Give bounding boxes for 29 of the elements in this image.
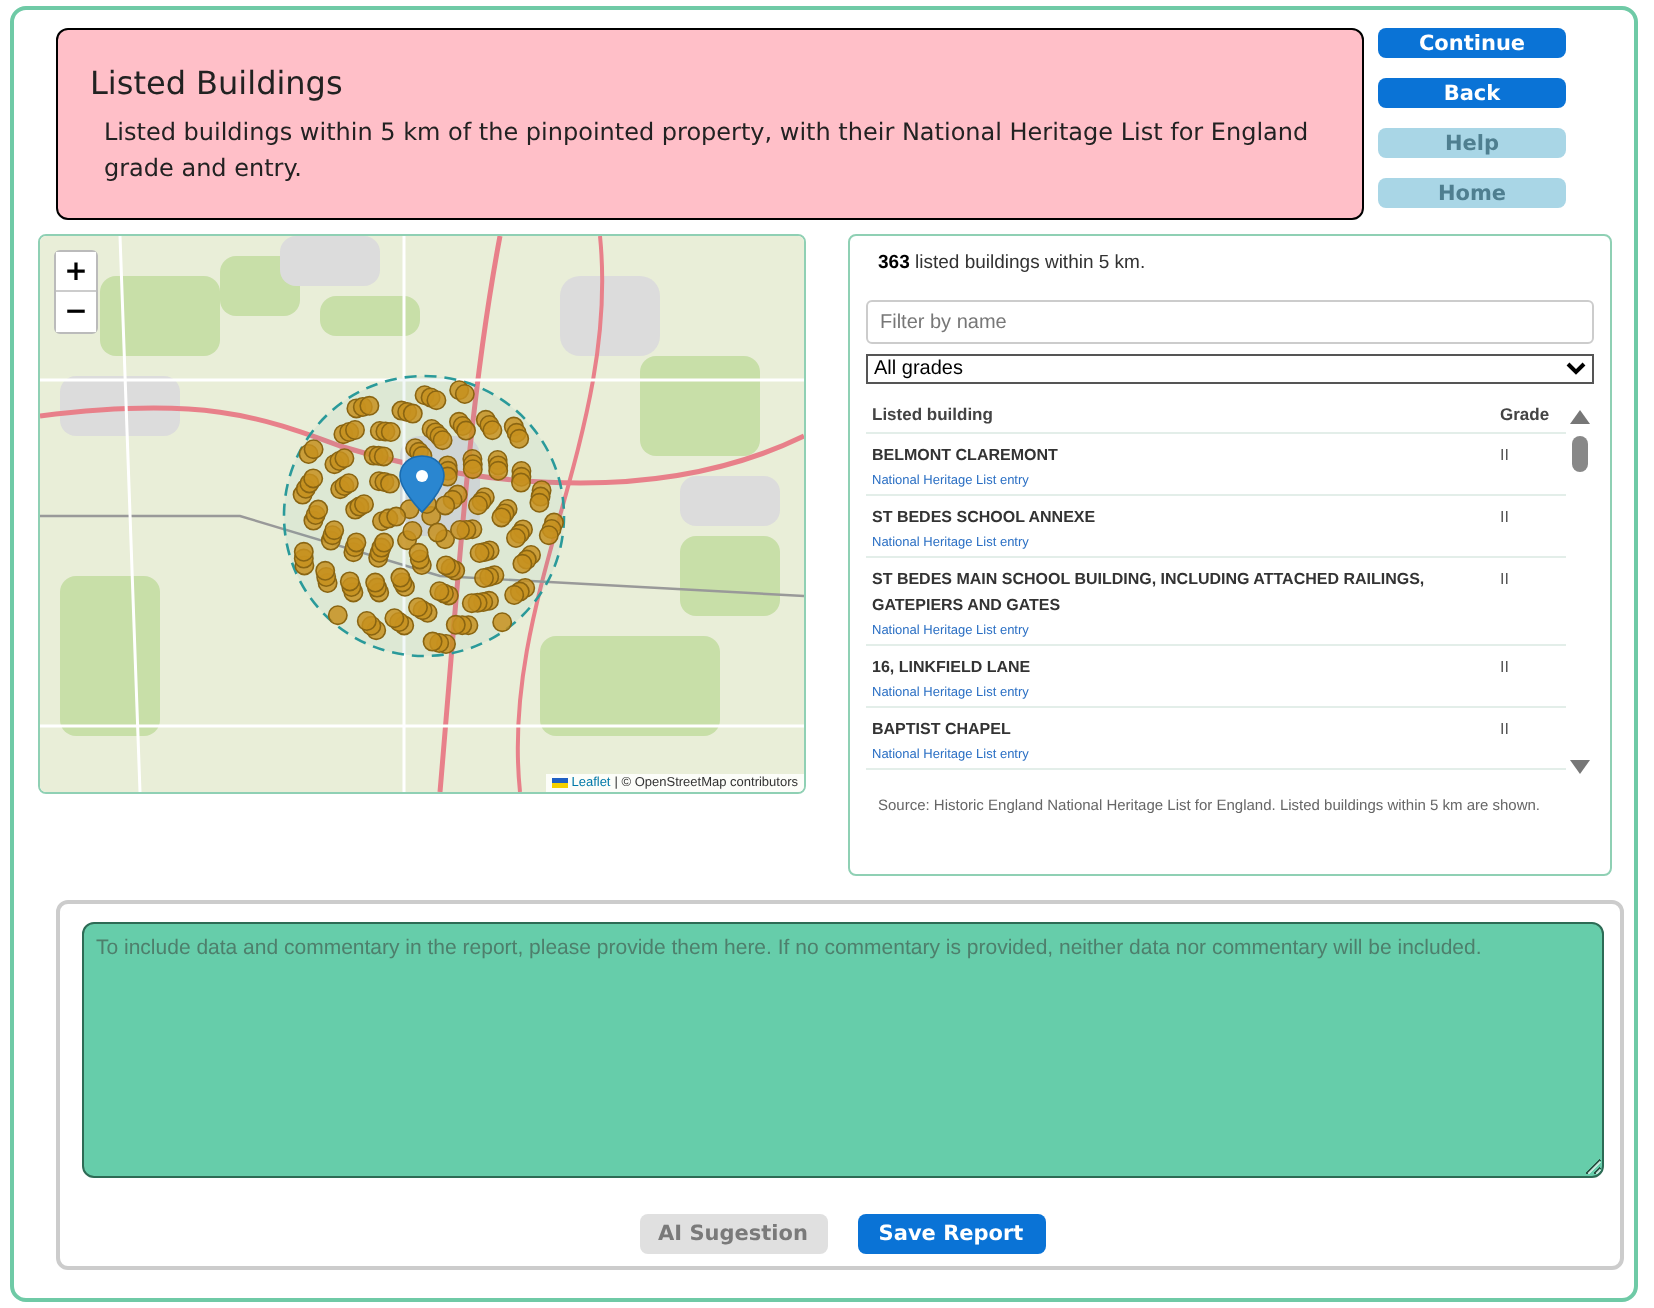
building-name: ST BEDES SCHOOL ANNEXE: [872, 506, 1098, 530]
column-header: Listed building: [872, 404, 995, 424]
grade-select[interactable]: All grades: [866, 354, 1594, 384]
page-description: Listed buildings within 5 km of the pinpointed property, with their National Heritage List for England grade and entry.: [102, 116, 1311, 186]
location-pin-icon[interactable]: [399, 455, 445, 513]
chevron-down-icon: [1566, 362, 1586, 376]
continue-button[interactable]: Continue: [1378, 28, 1566, 58]
grade-cell-text: II: [1500, 718, 1511, 742]
building-name: BELMONT CLAREMONT: [872, 444, 1060, 468]
scroll-down-icon[interactable]: [1570, 760, 1590, 774]
commentary-field[interactable]: To include data and commentary in the report, please provide them here. If no commentary is provided, neither data nor commentary will be included.: [82, 922, 1604, 1178]
building-name: 16, LINKFIELD LANE: [872, 656, 1033, 680]
select-value: All grades: [874, 358, 963, 380]
column-header: Grade: [1500, 404, 1552, 424]
scroll-up-icon[interactable]: [1570, 410, 1590, 424]
flag-icon: [551, 778, 568, 788]
back-button[interactable]: Back: [1378, 78, 1566, 108]
building-name: BAPTIST CHAPEL: [872, 718, 1013, 742]
building-count-text: 363 listed buildings within 5 km.: [876, 252, 1148, 278]
save-report-button[interactable]: Save Report: [857, 1214, 1045, 1254]
grade-cell-text: II: [1500, 444, 1511, 468]
grade-cell-text: II: [1500, 568, 1511, 592]
page-title: Listed Buildings: [90, 64, 345, 102]
grade-cell-text: II: [1500, 656, 1511, 680]
building-name: ST BEDES MAIN SCHOOL BUILDING, INCLUDING ATTACHED RAILINGS, GATEPIERS AND GATES: [872, 568, 1427, 618]
grade-cell-text: II: [1500, 506, 1511, 530]
filter-input[interactable]: Filter by name: [866, 300, 1594, 344]
scrollbar-thumb[interactable]: [1572, 436, 1588, 472]
zoom-in-button[interactable]: +: [56, 252, 96, 292]
